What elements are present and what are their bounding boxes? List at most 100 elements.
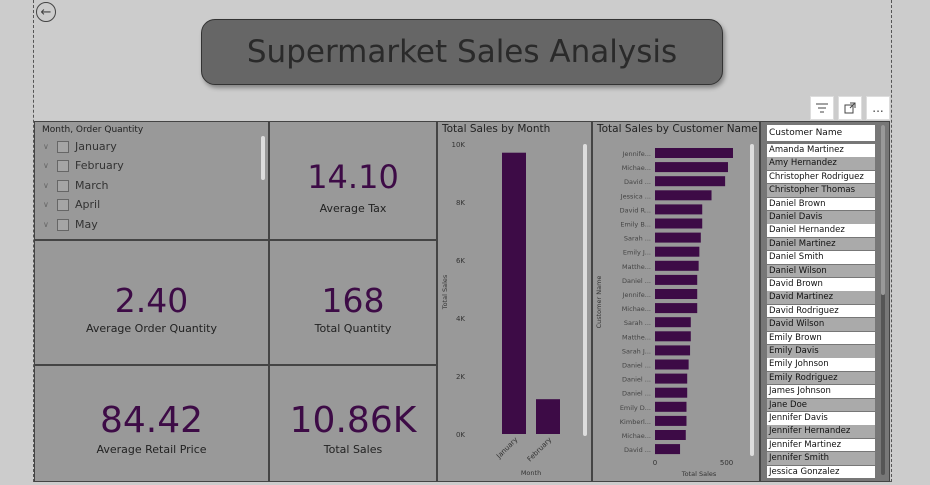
table-row[interactable]: Daniel Martinez [767,237,875,251]
y-tick-label: Daniel ... [622,362,651,370]
kpi-label: Total Quantity [314,322,392,335]
table-row[interactable]: David Wilson [767,318,875,331]
y-tick-label: Emily D... [620,404,651,412]
table-row[interactable]: Christopher Thomas [767,184,875,197]
slicer-item[interactable]: ∨ March [43,179,109,192]
bar [655,162,728,173]
table-row[interactable]: Daniel Brown [767,197,875,211]
checkbox[interactable] [57,218,69,231]
bar [655,387,688,398]
bar [655,274,698,285]
table-row[interactable]: David Rodriguez [767,304,875,318]
bar [655,190,712,201]
table-header[interactable]: Customer Name [767,125,875,141]
month-chart-svg: 0K 2K 4K 6K 8K 10K January February Month Total S… [441,141,587,477]
checkbox[interactable] [57,198,69,211]
filter-icon[interactable] [810,96,834,120]
customer-name-table: Customer Name Amanda Martinez Amy Hernand… [760,121,890,482]
slicer-item[interactable]: ∨ January [43,140,117,153]
bar [655,148,733,158]
table-row[interactable]: Emily Rodriguez [767,371,875,385]
bar [655,260,699,271]
table-row[interactable]: Daniel Hernandez [767,224,875,237]
table-row[interactable]: Daniel Wilson [767,264,875,278]
y-tick-label: Emily J... [623,249,651,257]
table-row[interactable]: Daniel Davis [767,211,875,224]
y-tick-label: David ... [624,446,651,454]
table-row[interactable]: David Martinez [767,291,875,304]
bar [655,218,703,229]
y-tick-label: 6K [456,257,465,265]
chevron-down-icon[interactable]: ∨ [43,142,57,151]
y-tick-label: Daniel ... [622,390,651,398]
table-row[interactable]: Jessica Gonzalez [767,465,875,479]
y-tick-label: Kimberl... [620,418,651,426]
table-row[interactable]: Amanda Martinez [767,144,875,157]
y-axis-label: Total Sales [441,274,449,310]
bar [655,317,691,328]
chevron-down-icon[interactable]: ∨ [43,181,57,190]
bar [655,345,691,356]
table-row[interactable]: Jennifer Davis [767,412,875,425]
chevron-down-icon[interactable]: ∨ [43,161,57,170]
y-tick-label: Sarah ... [624,319,651,327]
average-order-quantity-card: 2.40 Average Order Quantity [34,240,269,365]
checkbox[interactable] [57,159,69,172]
table-row[interactable]: Jennifer Hernandez [767,425,875,438]
table-row[interactable]: Daniel Smith [767,251,875,264]
bar [655,415,687,426]
table-row[interactable]: James Johnson [767,385,875,398]
scroll-thumb[interactable] [881,125,885,295]
chevron-down-icon[interactable]: ∨ [43,200,57,209]
table-row[interactable]: David Brown [767,278,875,291]
checkbox[interactable] [57,140,69,153]
back-arrow-icon[interactable]: ← [36,2,56,22]
y-tick-label: Sarah J... [622,347,651,355]
bar [655,246,700,257]
table-row[interactable]: Emily Johnson [767,358,875,371]
table-row[interactable]: Emily Brown [767,331,875,345]
kpi-value: 2.40 [114,281,189,320]
y-tick-label: David R... [620,206,651,214]
ellipsis-icon[interactable]: ... [866,96,890,120]
sales-by-customer-chart: Total Sales by Customer Name Jennife... M… [592,121,760,482]
y-tick-label: Michae... [622,305,651,313]
y-tick-label: Daniel ... [622,277,651,285]
y-tick-label: Jennife... [622,150,651,158]
bar [655,373,688,384]
month-slicer: Month, Order Quantity ∨ January ∨ February… [34,121,269,240]
chevron-down-icon[interactable]: ∨ [43,220,57,229]
kpi-label: Average Tax [319,202,387,215]
x-tick-label: 0 [653,459,657,467]
y-tick-label: Michae... [622,432,651,440]
table-row[interactable]: Christopher Rodriguez [767,170,875,184]
y-tick-label: Matthe... [622,263,651,271]
bar [655,331,691,342]
slicer-item[interactable]: ∨ April [43,198,100,211]
y-tick-label: Matthe... [622,333,651,341]
kpi-value: 14.10 [307,158,399,196]
slicer-scrollbar[interactable] [261,136,265,180]
average-retail-price-card: 84.42 Average Retail Price [34,365,269,482]
y-tick-label: Sarah ... [624,235,651,243]
bar [655,204,703,215]
y-tick-label: 4K [456,315,465,323]
table-row[interactable]: Jane Doe [767,398,875,412]
focus-mode-icon[interactable] [838,96,862,120]
table-scrollbar[interactable] [881,125,885,475]
table-row[interactable]: Jennifer Smith [767,452,875,465]
checkbox[interactable] [57,179,69,192]
bar [655,401,687,412]
bar [655,430,686,440]
y-tick-label: Jessica ... [620,192,651,200]
y-tick-label: David ... [624,178,651,186]
table-row[interactable]: Jennifer Martinez [767,438,875,452]
bar [536,399,560,434]
table-row[interactable]: Emily Davis [767,345,875,358]
table-row[interactable]: Amy Hernandez [767,157,875,170]
bar [655,289,698,299]
slicer-item[interactable]: ∨ February [43,159,124,172]
customer-chart-svg: Jennife... Michae... David ... Jessica ... D… [595,144,754,478]
slicer-item[interactable]: ∨ May [43,218,98,231]
x-tick-label: 500 [720,459,733,467]
